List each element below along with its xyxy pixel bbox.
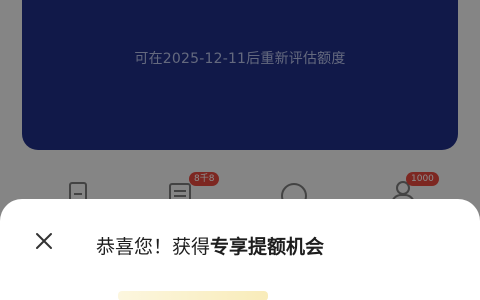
dialog-title: 恭喜您！获得专享提额机会 xyxy=(96,232,324,259)
dialog-title-highlight: 专享提额机会 xyxy=(210,236,325,258)
bottom-sheet-dialog: 恭喜您！获得专享提额机会 xyxy=(0,199,480,300)
close-icon xyxy=(36,233,52,249)
dialog-title-prefix: 恭喜您！获得 xyxy=(96,236,211,258)
close-button[interactable] xyxy=(30,227,58,255)
decorative-banner xyxy=(118,291,268,300)
